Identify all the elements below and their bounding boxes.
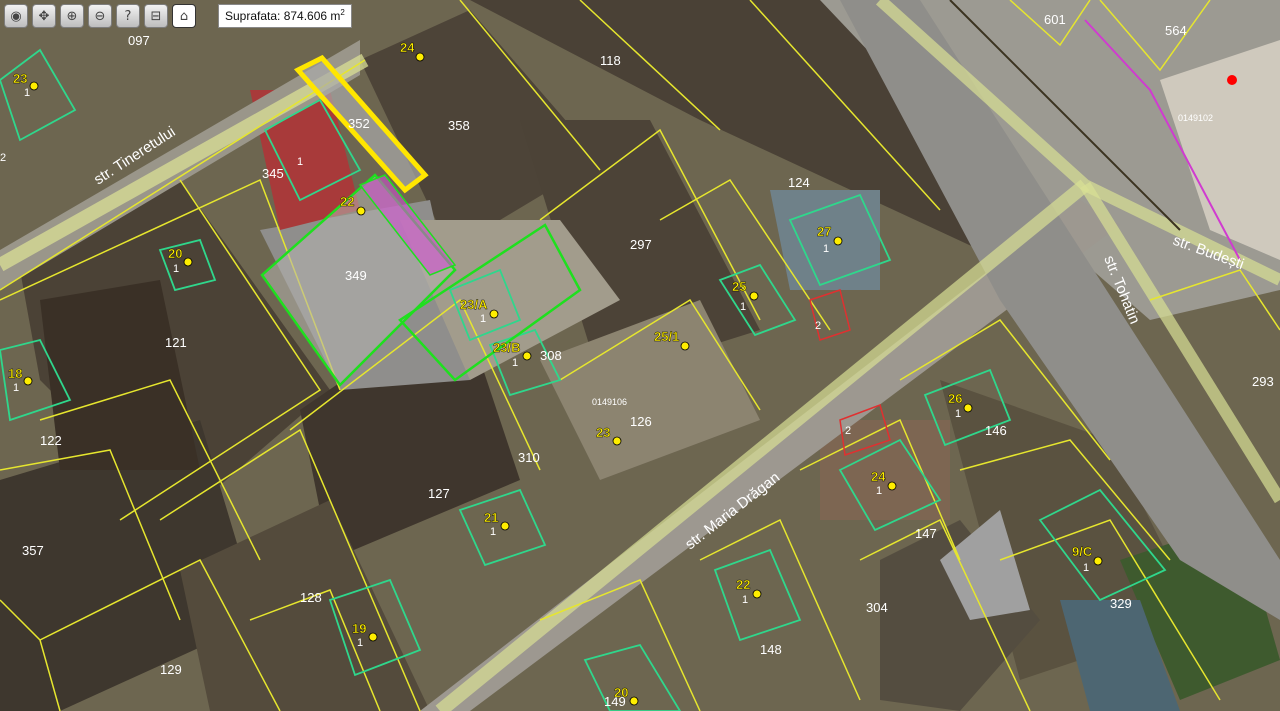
address-point: [752, 589, 762, 599]
house-number: 24: [871, 469, 886, 484]
house-number: 23/A: [460, 297, 488, 312]
info-icon[interactable]: ?: [116, 4, 140, 28]
parcel-label: 124: [788, 175, 810, 190]
address-point: [749, 291, 759, 301]
building-id: 1: [357, 637, 363, 649]
building-id: 1: [823, 243, 829, 255]
address-point: [356, 206, 366, 216]
area-measurement-readout: Suprafata: 874.606 m2: [218, 4, 352, 28]
house-number: 22: [340, 194, 354, 209]
address-point: [629, 696, 639, 706]
parcel-label: 122: [40, 433, 62, 448]
house-number: 25/1: [654, 329, 679, 344]
house-number: 27: [817, 224, 831, 239]
parcel-label: 126: [630, 414, 652, 429]
building-id: 1: [297, 156, 303, 168]
parcel-label: 127: [428, 486, 450, 501]
address-point: [612, 436, 622, 446]
building-id: 1: [490, 526, 496, 538]
parcel-label: 146: [985, 423, 1007, 438]
parcel-label: 352: [348, 116, 370, 131]
house-number: 18: [8, 366, 22, 381]
building-id: 2: [0, 152, 6, 164]
sector-code-label: 0149106: [592, 397, 627, 407]
house-number: 26: [948, 391, 962, 406]
parcel-label: 357: [22, 543, 44, 558]
building-id: 1: [24, 87, 30, 99]
parcel-label: 147: [915, 526, 937, 541]
building-id: 1: [740, 301, 746, 313]
zoom-in-icon[interactable]: ⊕: [60, 4, 84, 28]
red-point-marker: [1227, 75, 1237, 85]
building-id: 1: [1083, 562, 1089, 574]
building-id: 1: [876, 485, 882, 497]
building-id: 1: [742, 594, 748, 606]
area-unit-exponent: 2: [340, 8, 345, 17]
parcel-label: 329: [1110, 596, 1132, 611]
measure-area-icon[interactable]: ⌂: [172, 4, 196, 28]
address-point: [415, 52, 425, 62]
parcel-label: 601: [1044, 12, 1066, 27]
address-point: [887, 481, 897, 491]
address-point: [23, 376, 33, 386]
address-point: [368, 632, 378, 642]
parcel-label: 118: [600, 53, 621, 68]
house-number: 23: [596, 425, 610, 440]
house-number: 9/C: [1072, 544, 1093, 559]
parcel-label: 121: [165, 335, 187, 350]
parcel-label: 564: [1165, 23, 1187, 38]
parcel-label: 148: [760, 642, 782, 657]
sector-code-label: 0149102: [1178, 113, 1213, 123]
pan-icon[interactable]: ✥: [32, 4, 56, 28]
house-number: 25: [732, 279, 746, 294]
address-point: [1093, 556, 1103, 566]
parcel-label: 097: [128, 33, 150, 48]
measure-distance-icon[interactable]: ⊟: [144, 4, 168, 28]
building-id: 1: [173, 263, 179, 275]
building-id: 1: [13, 382, 19, 394]
parcel-label: 308: [540, 348, 562, 363]
address-point: [29, 81, 39, 91]
parcel-label: 310: [518, 450, 540, 465]
parcel-label: 358: [448, 118, 470, 133]
house-number: 22: [736, 577, 750, 592]
building-id: 1: [512, 357, 518, 369]
parcel-label: 297: [630, 237, 652, 252]
cadastral-map[interactable]: 097 118 358 352 345 349 121 122 357 127 …: [0, 0, 1280, 711]
address-point: [963, 403, 973, 413]
address-point: [500, 521, 510, 531]
address-point: [522, 351, 532, 361]
address-point: [680, 341, 690, 351]
parcel-label: 293: [1252, 374, 1274, 389]
address-point: [489, 309, 499, 319]
zoom-extent-icon[interactable]: ◉: [4, 4, 28, 28]
house-number: 23/B: [493, 340, 520, 355]
parcel-label: 349: [345, 268, 367, 283]
house-number: 20: [614, 685, 628, 700]
zoom-out-icon[interactable]: ⊖: [88, 4, 112, 28]
parcel-label: 304: [866, 600, 888, 615]
building-id: 2: [845, 425, 851, 437]
building-id: 2: [815, 320, 821, 332]
house-number: 19: [352, 621, 366, 636]
building-id: 1: [955, 408, 961, 420]
house-number: 24: [400, 40, 415, 55]
parcel-label: 128: [300, 590, 322, 605]
parcel-label: 345: [262, 166, 284, 181]
map-toolbar: ◉ ✥ ⊕ ⊖ ? ⊟ ⌂: [0, 0, 200, 34]
area-measurement-text: Suprafata: 874.606 m: [225, 9, 341, 23]
address-point: [833, 236, 843, 246]
house-number: 21: [484, 510, 498, 525]
house-number: 20: [168, 246, 182, 261]
building-id: 1: [480, 313, 486, 325]
house-number: 23: [13, 71, 27, 86]
address-point: [183, 257, 193, 267]
parcel-label: 129: [160, 662, 182, 677]
